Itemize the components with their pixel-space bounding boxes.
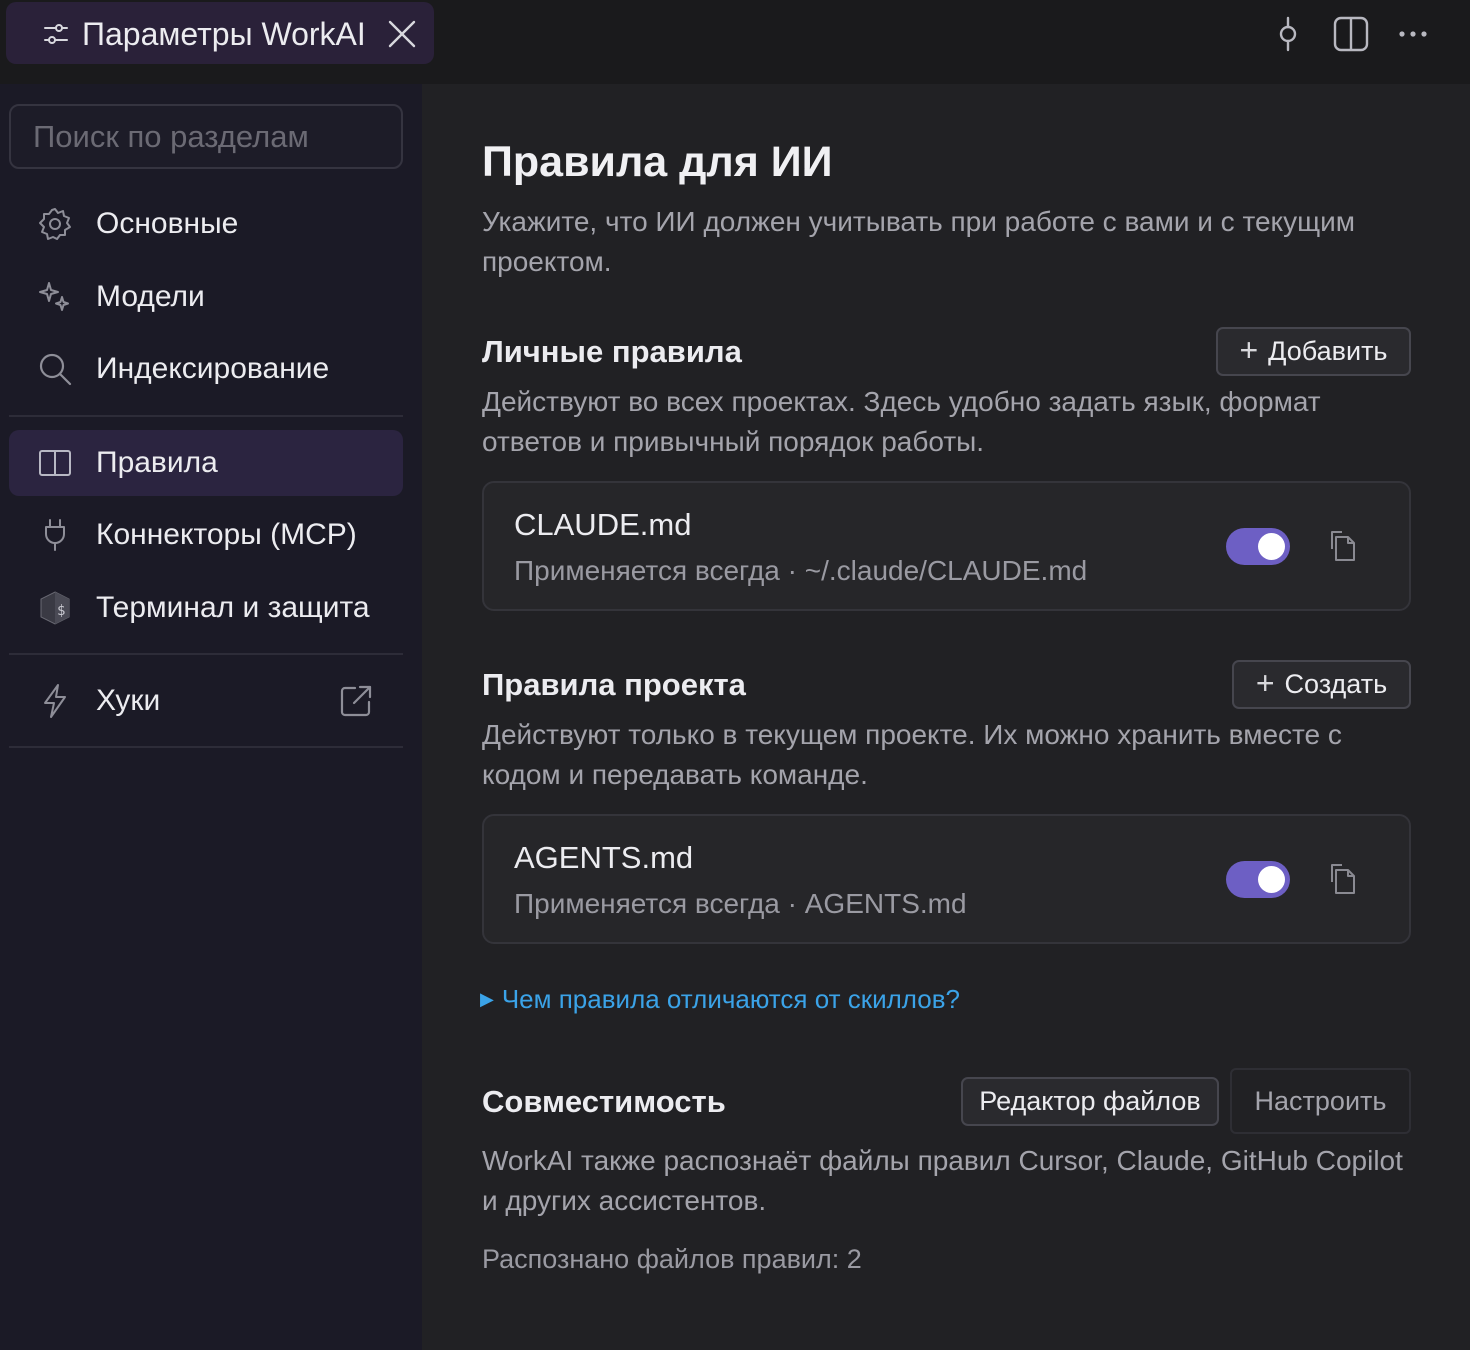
configure-label: Настроить [1254,1085,1387,1116]
sidebar-item-hooks[interactable]: Хуки [9,668,403,734]
sidebar-item-general[interactable]: Основные [9,191,403,257]
file-editor-label: Редактор файлов [979,1086,1201,1116]
toggle-knob [1258,533,1285,560]
sidebar-item-label: Модели [96,280,205,313]
create-rule-button[interactable]: + Создать [1232,660,1411,709]
disclosure-triangle-icon: ▶ [480,989,494,1009]
add-rule-label: Добавить [1268,336,1388,366]
sidebar-item-label: Коннекторы (MCP) [96,518,357,551]
main-content: Правила для ИИ Укажите, что ИИ должен уч… [422,84,1470,1350]
plug-icon [45,519,65,551]
plus-icon: + [1239,332,1259,368]
project-rules-title: Правила проекта [482,667,746,702]
search-box[interactable] [9,104,403,169]
sidebar-item-label: Хуки [96,684,161,717]
rules-count: Распознано файлов правил: 2 [482,1244,862,1274]
more-icon[interactable] [1393,14,1433,54]
sidebar-item-label: Терминал и защита [96,591,370,624]
lightning-icon [44,684,66,718]
personal-rules-title: Личные правила [482,334,742,369]
configure-button[interactable]: Настроить [1230,1068,1411,1134]
rule-file-meta: Применяется всегда · AGENTS.md [514,888,967,919]
rule-file-meta: Применяется всегда · ~/.claude/CLAUDE.md [514,555,1088,586]
tab-title: Параметры WorkAI [82,16,366,52]
rules-vs-skills-label: Чем правила отличаются от скиллов? [501,984,960,1014]
rule-file-name: AGENTS.md [514,840,694,875]
sparkles-icon [39,282,69,311]
sidebar: Основные Модели Индексирование Правила К… [0,84,422,1350]
top-bar: Параметры WorkAI [0,0,1470,84]
file-editor-button[interactable]: Редактор файлов [961,1077,1219,1126]
rule-file-card[interactable]: AGENTS.md Применяется всегда · AGENTS.md [482,814,1411,944]
personal-rules-description: Действуют во всех проектах. Здесь удобно… [482,386,1321,457]
gear-icon [39,208,71,240]
sidebar-item-models[interactable]: Модели [9,264,403,330]
book-icon [39,450,71,476]
sidebar-item-connectors[interactable]: Коннекторы (MCP) [9,502,403,568]
page-title: Правила для ИИ [482,138,833,186]
sidebar-item-label: Основные [96,207,239,240]
rule-enabled-toggle[interactable] [1226,528,1290,565]
split-view-icon[interactable] [1331,14,1371,54]
copy-icon[interactable] [1327,529,1361,563]
copy-icon[interactable] [1327,862,1361,896]
sidebar-item-label: Индексирование [96,352,330,385]
project-rules-description: Действуют только в текущем проекте. Их м… [482,719,1342,790]
sidebar-item-indexing[interactable]: Индексирование [9,336,403,402]
sidebar-item-rules[interactable]: Правила [9,430,403,496]
rule-file-card[interactable]: CLAUDE.md Применяется всегда · ~/.claude… [482,481,1411,611]
rule-file-name: CLAUDE.md [514,507,692,542]
sliders-icon [44,24,68,44]
toggle-knob [1258,866,1285,893]
search-icon [39,353,72,386]
create-rule-label: Создать [1284,669,1388,699]
plus-icon: + [1255,665,1275,701]
page-description: Укажите, что ИИ должен учитывать при раб… [482,206,1356,277]
close-icon[interactable] [384,16,420,52]
sidebar-divider [9,653,403,655]
commit-icon[interactable] [1268,14,1308,54]
sidebar-divider [9,415,403,417]
rules-vs-skills-link[interactable]: ▶ Чем правила отличаются от скиллов? [480,984,960,1015]
external-link-icon[interactable] [337,682,375,720]
svg-text:$: $ [57,603,65,619]
settings-tab[interactable]: Параметры WorkAI [6,2,434,64]
rule-enabled-toggle[interactable] [1226,861,1290,898]
compat-description: WorkAI также распознаёт файлы правил Cur… [482,1145,1403,1216]
search-input[interactable] [11,106,401,167]
sidebar-item-terminal[interactable]: $ Терминал и защита [9,575,403,641]
shield-terminal-icon: $ [40,591,70,625]
sidebar-divider [9,746,403,748]
sidebar-item-label: Правила [96,446,218,479]
compat-title: Совместимость [482,1084,726,1119]
add-rule-button[interactable]: + Добавить [1216,327,1411,376]
